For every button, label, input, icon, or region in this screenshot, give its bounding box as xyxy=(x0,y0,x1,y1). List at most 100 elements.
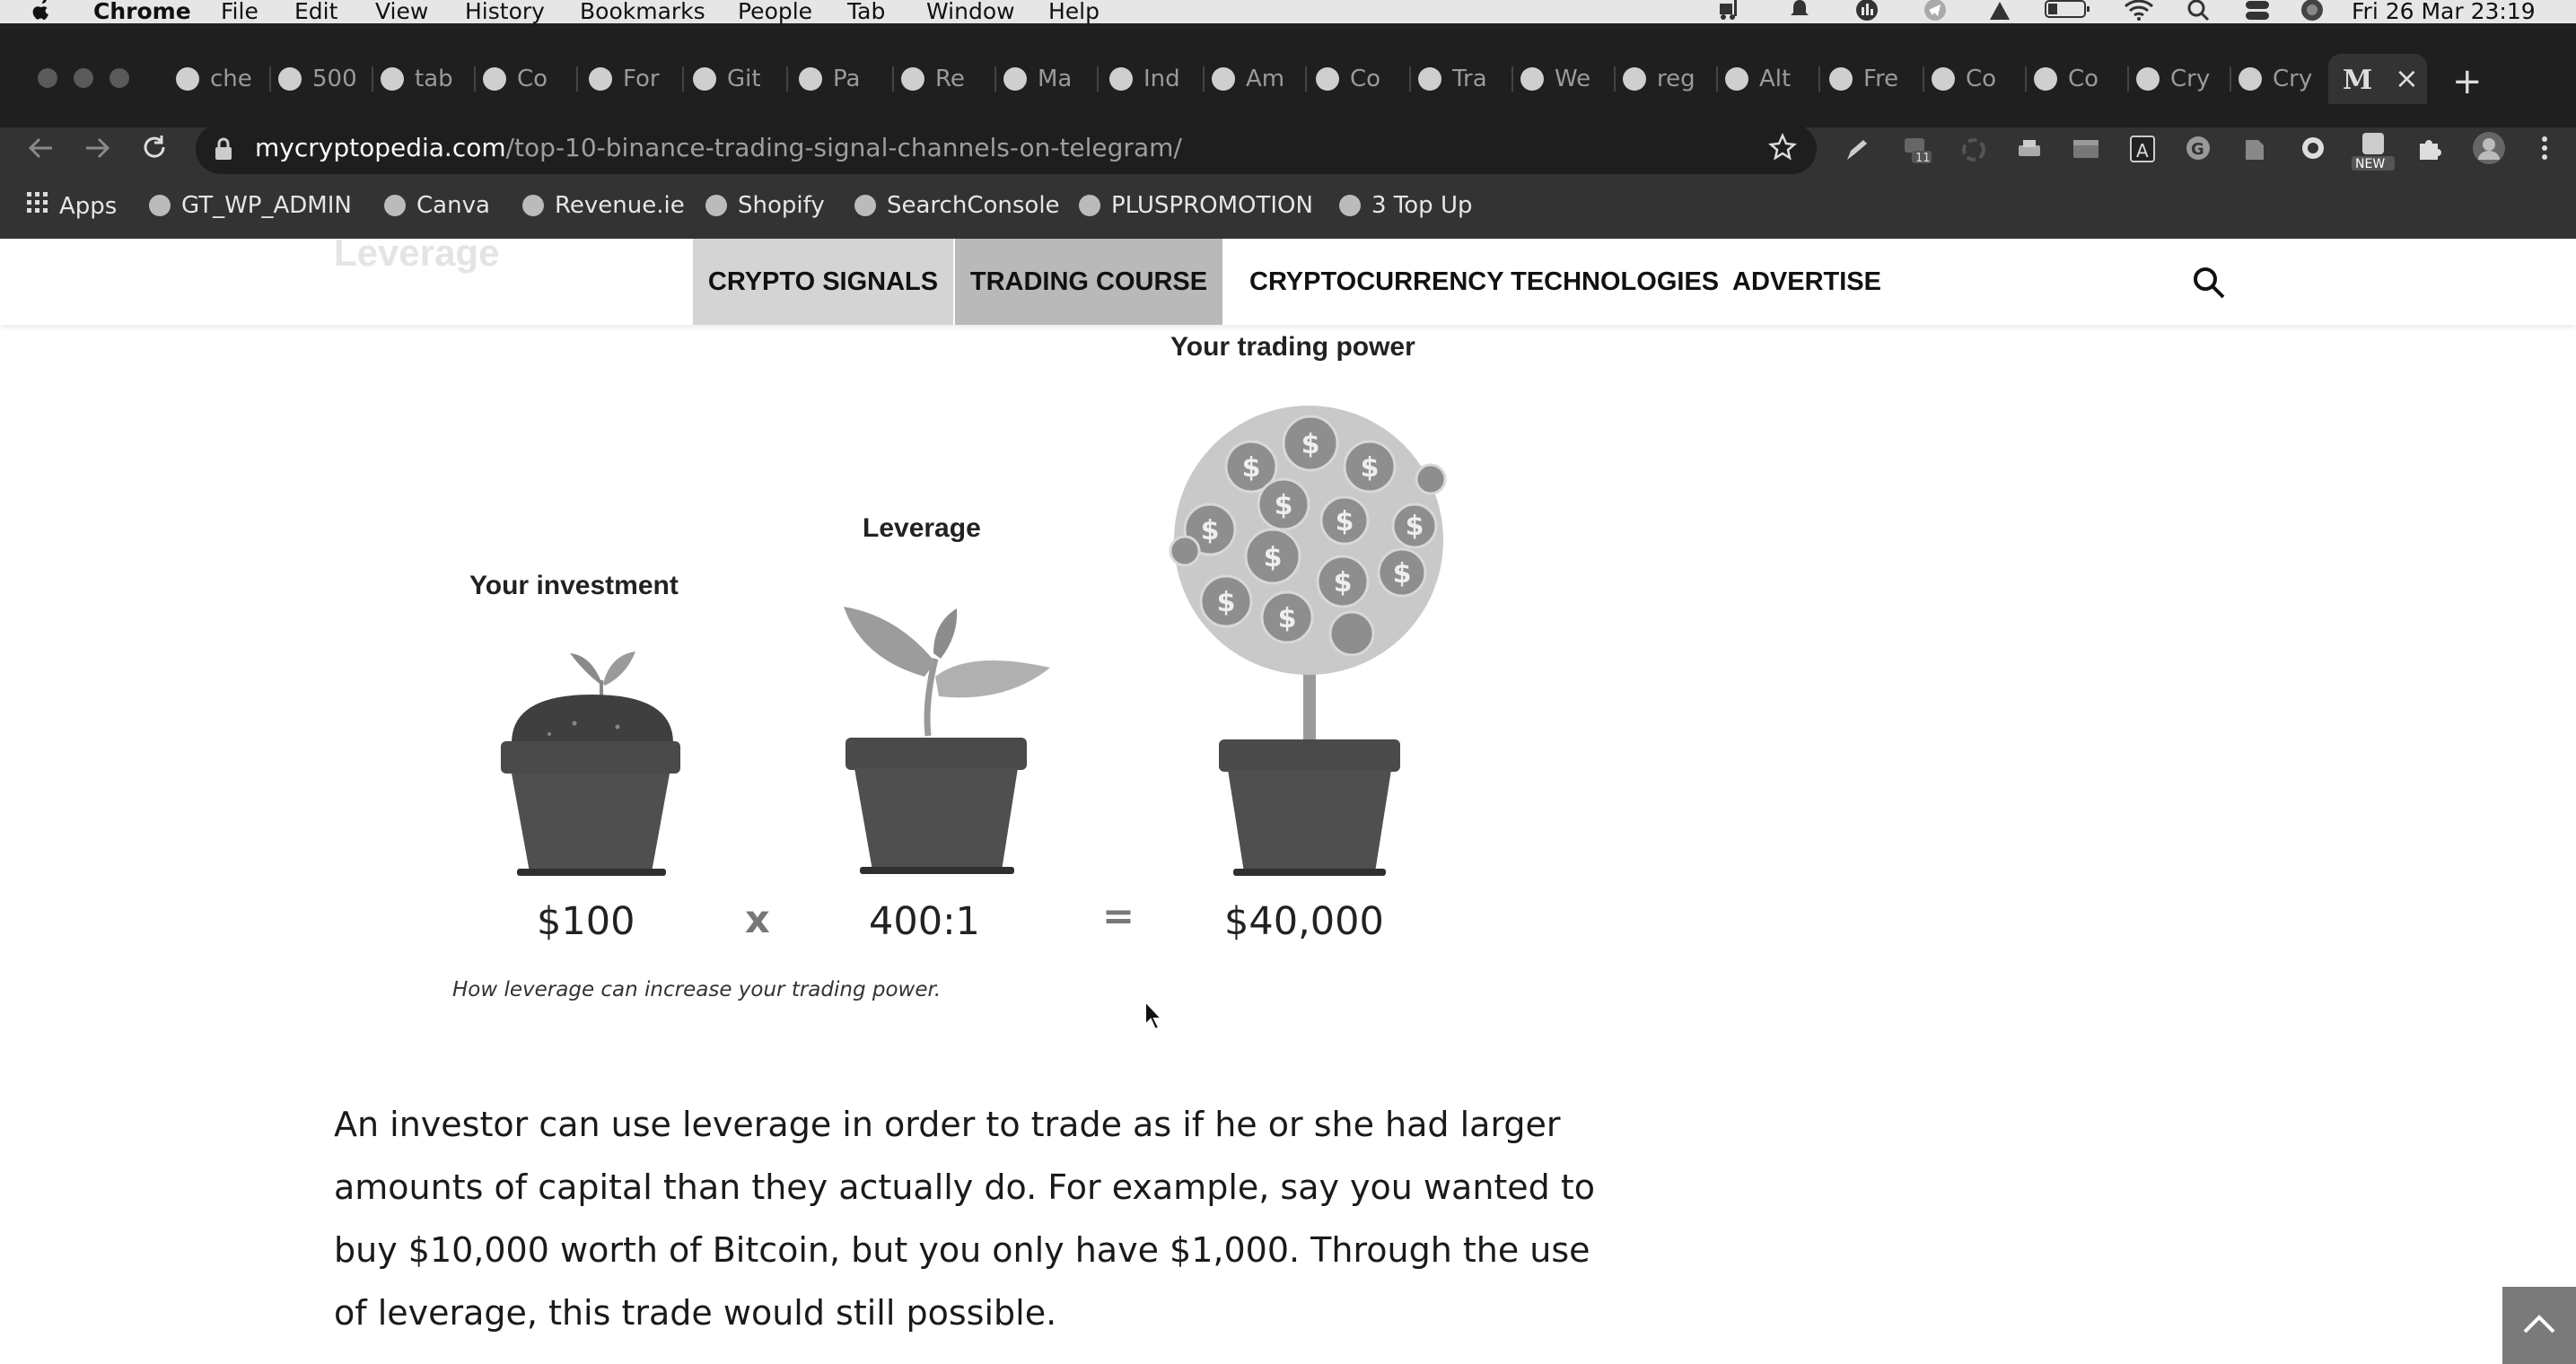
menu-chrome[interactable]: Chrome xyxy=(93,0,191,24)
tab-item[interactable]: tab xyxy=(381,59,476,99)
tab-item[interactable]: reg xyxy=(1623,59,1718,99)
forward-icon[interactable] xyxy=(83,135,113,165)
menu-file[interactable]: File xyxy=(221,0,258,24)
canva-icon xyxy=(384,195,406,216)
bookmark-label: PLUSPROMOTION xyxy=(1111,192,1313,219)
bookmark-canva[interactable]: Canva xyxy=(384,192,490,219)
globe-icon xyxy=(799,67,822,91)
svg-text:$: $ xyxy=(1264,542,1283,573)
menu-tab[interactable]: Tab xyxy=(847,0,885,24)
clock[interactable]: Fri 26 Mar 23:19 xyxy=(2352,0,2536,24)
tab-separator xyxy=(682,66,684,92)
menu-help[interactable]: Help xyxy=(1048,0,1100,24)
tab-item[interactable]: Ma xyxy=(1003,59,1099,99)
menu-people[interactable]: People xyxy=(738,0,812,24)
tab-label: Cry xyxy=(2273,66,2313,92)
bookmark-pluspromotion[interactable]: PLUSPROMOTION xyxy=(1079,192,1313,219)
tab-item[interactable]: Co xyxy=(1932,59,2027,99)
close-window-button[interactable] xyxy=(38,68,57,88)
tab-separator xyxy=(372,66,373,92)
tab-item[interactable]: Re xyxy=(901,59,996,99)
seedling-pot-image xyxy=(501,651,680,876)
printer-extension-icon[interactable] xyxy=(2016,136,2043,167)
menu-window[interactable]: Window xyxy=(926,0,1015,24)
minimize-window-button[interactable] xyxy=(74,68,93,88)
reload-icon[interactable] xyxy=(140,133,169,165)
url-text[interactable]: mycryptopedia.com/top-10-binance-trading… xyxy=(255,133,1182,162)
bookmark-searchconsole[interactable]: SearchConsole xyxy=(854,192,1060,219)
bookmark-star-icon[interactable] xyxy=(1768,132,1797,165)
bookmark-label: Shopify xyxy=(738,192,825,219)
window-extension-icon[interactable] xyxy=(2072,136,2100,167)
shopify-icon xyxy=(705,195,727,216)
tab-item[interactable]: Fre xyxy=(1829,59,1924,99)
tab-item[interactable]: Tra xyxy=(1418,59,1513,99)
recycle-extension-icon[interactable] xyxy=(1960,136,1987,167)
amazon-icon xyxy=(1212,67,1235,91)
bookmark-gt-wp-admin[interactable]: GT_WP_ADMIN xyxy=(149,192,352,219)
bookmark-3-top-up[interactable]: 3 Top Up xyxy=(1339,192,1472,219)
tab-separator xyxy=(1923,66,1924,92)
nav-crypto-signals[interactable]: CRYPTO SIGNALS xyxy=(693,239,953,325)
tab-item[interactable]: Cry xyxy=(2239,59,2334,99)
nav-trading-course[interactable]: TRADING COURSE xyxy=(955,239,1222,325)
menu-edit[interactable]: Edit xyxy=(294,0,337,24)
lock-icon[interactable] xyxy=(214,136,233,165)
bookmark-label: 3 Top Up xyxy=(1371,192,1473,219)
tab-label: Co xyxy=(1966,66,1997,92)
menu-view[interactable]: View xyxy=(375,0,428,24)
site-search-icon[interactable] xyxy=(2192,266,2226,303)
new-extension-icon[interactable]: NEW xyxy=(2350,131,2396,176)
menu-bookmarks[interactable]: Bookmarks xyxy=(580,0,705,24)
menu-history[interactable]: History xyxy=(465,0,545,24)
tab-item[interactable]: Am xyxy=(1212,59,1307,99)
circle-extension-icon[interactable] xyxy=(2300,135,2326,165)
forklift-icon[interactable] xyxy=(1716,0,1743,22)
notification-bell-icon[interactable] xyxy=(1788,0,1811,25)
github-icon xyxy=(901,67,924,91)
tab-label: Ma xyxy=(1038,66,1073,92)
badge-extension-icon[interactable]: 11 xyxy=(1903,136,1933,169)
tab-separator xyxy=(994,66,996,92)
tab-item[interactable]: che xyxy=(176,59,271,99)
tab-active[interactable]: M × xyxy=(2328,54,2427,104)
plus-promotion-icon xyxy=(1079,195,1100,216)
dictionary-extension-icon[interactable]: A xyxy=(2129,135,2156,167)
scroll-to-top-button[interactable] xyxy=(2502,1287,2576,1364)
new-tab-button[interactable]: + xyxy=(2452,61,2483,102)
tab-item[interactable]: Co xyxy=(2034,59,2129,99)
pencil-extension-icon[interactable] xyxy=(1844,136,1871,167)
tab-item[interactable]: 500 xyxy=(278,59,373,99)
bookmark-apps[interactable]: Apps xyxy=(27,192,117,220)
medium-icon: M xyxy=(2343,65,2373,96)
tab-label: Tra xyxy=(1452,66,1487,92)
mouse-cursor-icon xyxy=(1143,999,1165,1036)
tab-label: Co xyxy=(2068,66,2099,92)
tab-item[interactable]: Co xyxy=(1316,59,1411,99)
tab-item[interactable]: Git xyxy=(693,59,788,99)
tab-item[interactable]: For xyxy=(589,59,684,99)
extensions-puzzle-icon[interactable] xyxy=(2416,135,2443,165)
close-tab-icon[interactable]: × xyxy=(2395,61,2419,95)
grid-icon xyxy=(589,67,612,91)
operator-times: x xyxy=(745,897,770,942)
evernote-extension-icon[interactable] xyxy=(2240,135,2267,167)
bookmark-revenue[interactable]: Revenue.ie xyxy=(522,192,685,219)
bookmark-shopify[interactable]: Shopify xyxy=(705,192,825,219)
tab-item[interactable]: Alt xyxy=(1725,59,1820,99)
maximize-window-button[interactable] xyxy=(110,68,129,88)
tab-item[interactable]: Cry xyxy=(2136,59,2231,99)
back-icon[interactable] xyxy=(25,135,56,165)
nav-cryptocurrency-technologies[interactable]: CRYPTOCURRENCY TECHNOLOGIES xyxy=(1249,239,1719,325)
tab-item[interactable]: Ind xyxy=(1109,59,1205,99)
tab-label: 500 xyxy=(312,66,357,92)
battery-icon[interactable] xyxy=(2045,0,2091,25)
tab-label: reg xyxy=(1657,66,1695,92)
chrome-menu-icon[interactable] xyxy=(2540,135,2549,165)
tab-item[interactable]: Pa xyxy=(799,59,894,99)
tab-item[interactable]: Co xyxy=(483,59,578,99)
nav-advertise[interactable]: ADVERTISE xyxy=(1732,239,1881,325)
tab-item[interactable]: We xyxy=(1520,59,1616,99)
profile-avatar-icon[interactable] xyxy=(2472,131,2506,169)
grammarly-extension-icon[interactable]: G xyxy=(2185,135,2212,165)
